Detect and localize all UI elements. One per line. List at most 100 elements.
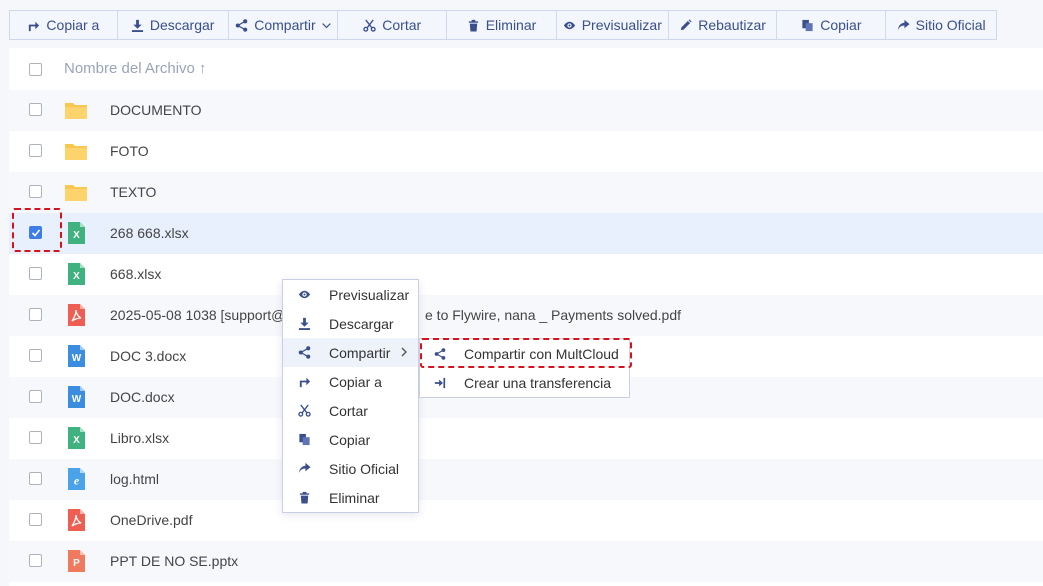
share-icon <box>235 18 248 32</box>
row-checkbox[interactable] <box>29 103 42 116</box>
share-icon <box>298 346 311 359</box>
copy-to-icon <box>29 21 40 31</box>
row-checkbox[interactable] <box>29 144 42 157</box>
official-site-icon <box>897 19 910 30</box>
menu-item-preview[interactable]: Previsualizar <box>283 280 418 309</box>
file-name[interactable]: OneDrive.pdf <box>110 512 192 528</box>
file-name[interactable]: FOTO <box>110 143 149 159</box>
menu-item-delete[interactable]: Eliminar <box>283 483 418 512</box>
file-name[interactable]: TEXTO <box>110 184 156 200</box>
context-menu: Previsualizar Descargar Compartir Copiar… <box>282 279 419 513</box>
file-name[interactable]: DOC.docx <box>110 389 175 405</box>
copy-to-button[interactable]: Copiar a <box>10 10 118 40</box>
scissors-icon <box>298 404 311 417</box>
official-site-button[interactable]: Sitio Oficial <box>886 10 996 40</box>
row-checkbox[interactable] <box>29 390 42 403</box>
rename-button[interactable]: Rebautizar <box>669 10 778 40</box>
file-row[interactable]: X Libro.xlsx <box>9 418 1043 459</box>
ppt-file-icon: P <box>68 550 85 572</box>
file-name[interactable]: 2025-05-08 1038 [support@ <box>110 307 285 323</box>
download-icon <box>298 317 311 330</box>
file-name[interactable]: 268 668.xlsx <box>110 225 189 241</box>
row-checkbox[interactable] <box>29 185 42 198</box>
row-checkbox[interactable] <box>29 267 42 280</box>
download-button[interactable]: Descargar <box>118 10 229 40</box>
menu-item-official-site[interactable]: Sitio Oficial <box>283 454 418 483</box>
official-site-icon <box>298 462 311 474</box>
file-name[interactable]: 668.xlsx <box>110 266 161 282</box>
pencil-icon <box>681 18 692 30</box>
word-file-icon: W <box>68 345 85 367</box>
html-file-icon: e <box>68 468 85 490</box>
transfer-icon <box>434 377 446 388</box>
svg-text:X: X <box>73 271 80 282</box>
copy-icon <box>299 433 310 446</box>
file-name[interactable]: PPT DE NO SE.pptx <box>110 553 238 569</box>
svg-text:e: e <box>74 474 80 488</box>
svg-text:X: X <box>73 435 80 446</box>
selection-highlight-annotation <box>12 208 62 252</box>
file-row[interactable]: P PPT DE NO SE.pptx <box>9 541 1043 582</box>
cut-button[interactable]: Cortar <box>338 10 448 40</box>
menu-item-copy[interactable]: Copiar <box>283 425 418 454</box>
excel-file-icon: X <box>68 427 85 449</box>
pdf-file-icon <box>68 304 85 326</box>
name-column-header[interactable]: Nombre del Archivo ↑ <box>64 60 206 77</box>
svg-text:X: X <box>73 230 80 241</box>
folder-icon <box>65 144 87 160</box>
copy-button[interactable]: Copiar <box>777 10 887 40</box>
folder-icon <box>65 103 87 119</box>
share-button[interactable]: Compartir <box>229 10 339 40</box>
copy-to-icon <box>299 377 311 388</box>
row-checkbox[interactable] <box>29 513 42 526</box>
row-checkbox[interactable] <box>29 554 42 567</box>
file-name[interactable]: log.html <box>110 471 159 487</box>
word-file-icon: W <box>68 386 85 408</box>
delete-button[interactable]: Eliminar <box>447 10 557 40</box>
eye-icon <box>298 290 311 299</box>
menu-item-cut[interactable]: Cortar <box>283 396 418 425</box>
file-name-tail[interactable]: e to Flywire, nana _ Payments solved.pdf <box>425 307 681 323</box>
menu-item-copy-to[interactable]: Copiar a <box>283 367 418 396</box>
menu-item-download[interactable]: Descargar <box>283 309 418 338</box>
scissors-icon <box>363 19 377 32</box>
download-icon <box>131 19 143 32</box>
preview-button[interactable]: Previsualizar <box>557 10 669 40</box>
copy-icon <box>802 19 813 31</box>
file-row[interactable]: 2025-05-08 1038 [support@ e to Flywire, … <box>9 295 1043 336</box>
eye-icon <box>563 21 575 29</box>
sort-ascending-icon: ↑ <box>198 60 207 77</box>
pdf-file-icon <box>68 509 85 531</box>
excel-file-icon: X <box>68 263 85 285</box>
file-row-selected[interactable]: X 268 668.xlsx <box>9 213 1043 254</box>
share-highlight-annotation <box>420 338 632 368</box>
chevron-right-icon <box>401 347 407 357</box>
toolbar: Copiar a Descargar Compartir Cortar Elim… <box>9 10 997 40</box>
select-all-checkbox[interactable] <box>29 63 42 76</box>
menu-item-share[interactable]: Compartir <box>283 338 418 367</box>
trash-icon <box>299 491 310 504</box>
file-name[interactable]: DOC 3.docx <box>110 348 186 364</box>
svg-text:P: P <box>73 558 80 569</box>
list-header: Nombre del Archivo ↑ <box>9 48 1043 89</box>
file-row[interactable]: TEXTO <box>9 172 1043 213</box>
row-checkbox[interactable] <box>29 431 42 444</box>
svg-text:W: W <box>72 353 82 364</box>
row-checkbox[interactable] <box>29 472 42 485</box>
file-row[interactable]: e log.html <box>9 459 1043 500</box>
row-checkbox[interactable] <box>29 349 42 362</box>
submenu-item-create-transfer[interactable]: Crear una transferencia <box>420 368 629 397</box>
svg-text:W: W <box>72 394 82 405</box>
file-name[interactable]: DOCUMENTO <box>110 102 202 118</box>
file-list: Nombre del Archivo ↑ DOCUMENTO FOTO TEXTO… <box>9 48 1043 586</box>
chevron-down-icon <box>321 22 331 28</box>
file-row[interactable]: X 668.xlsx <box>9 254 1043 295</box>
folder-icon <box>65 185 87 201</box>
file-row[interactable]: DOCUMENTO <box>9 90 1043 131</box>
row-checkbox[interactable] <box>29 308 42 321</box>
excel-file-icon: X <box>68 222 85 244</box>
file-row[interactable]: OneDrive.pdf <box>9 500 1043 541</box>
file-row[interactable]: FOTO <box>9 131 1043 172</box>
file-name[interactable]: Libro.xlsx <box>110 430 169 446</box>
trash-icon <box>468 19 478 32</box>
